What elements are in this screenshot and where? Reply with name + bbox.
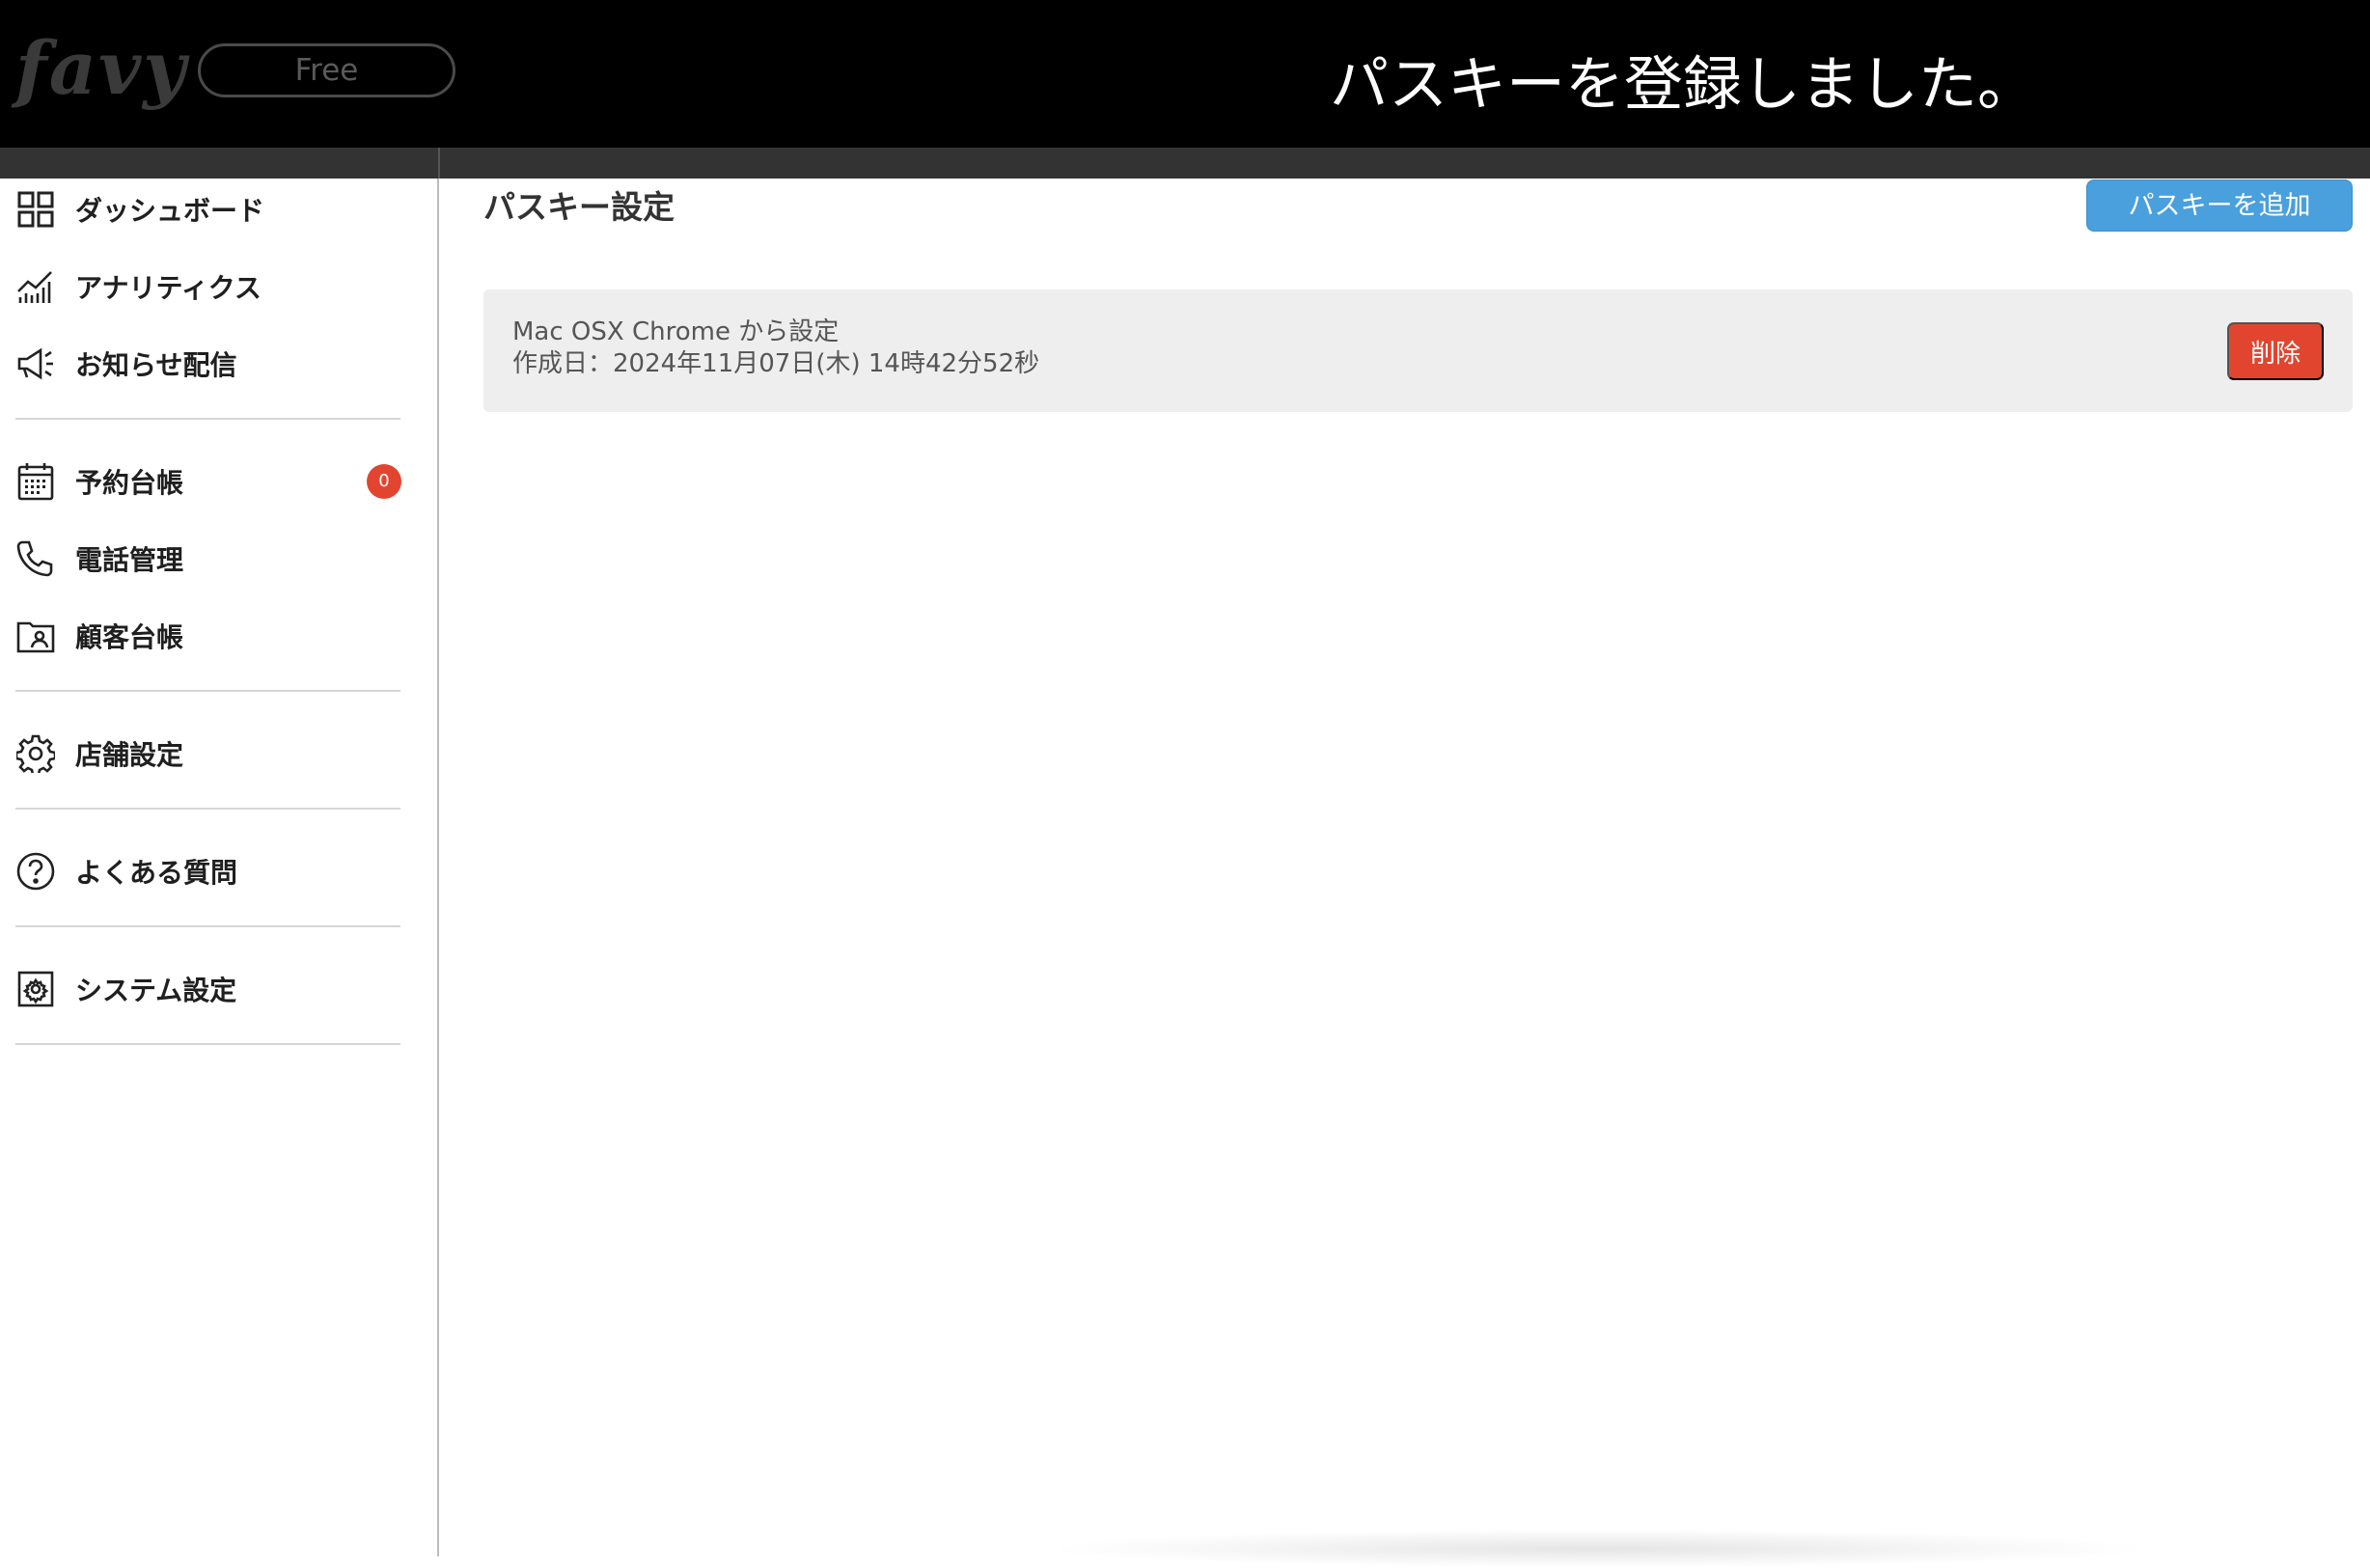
bottom-shadow <box>1042 1529 2152 1568</box>
sidebar-divider <box>15 925 400 927</box>
add-passkey-button[interactable]: パスキーを追加 <box>2086 179 2353 232</box>
analytics-chart-icon <box>15 266 56 307</box>
sidebar-item-dashboard[interactable]: ダッシュボード <box>15 182 401 236</box>
phone-icon <box>15 538 56 579</box>
system-settings-icon <box>15 969 56 1009</box>
reservation-count-badge: 0 <box>367 464 401 499</box>
sidebar-divider <box>15 1043 400 1045</box>
passkey-list-item: Mac OSX Chrome から設定 作成日：2024年11月07日(木) 1… <box>483 289 2353 412</box>
subbar-divider <box>438 148 440 179</box>
sidebar-item-reservations[interactable]: 予約台帳 0 <box>15 454 401 509</box>
sidebar-item-label: 顧客台帳 <box>75 621 184 653</box>
sidebar-divider <box>15 418 400 420</box>
sidebar-item-customers[interactable]: 顧客台帳 <box>15 609 401 663</box>
plan-badge: Free <box>198 43 455 97</box>
passkey-name: Mac OSX Chrome から設定 <box>512 317 840 346</box>
sidebar-item-label: よくある質問 <box>75 857 238 889</box>
sidebar-item-label: 電話管理 <box>75 544 184 576</box>
sidebar-item-system-settings[interactable]: システム設定 <box>15 962 401 1016</box>
customer-folder-icon <box>15 616 56 656</box>
sidebar-item-store-settings[interactable]: 店舗設定 <box>15 727 401 781</box>
sidebar-divider <box>15 690 400 692</box>
toast-message: パスキーを登録しました。 <box>1330 50 2037 119</box>
sidebar-item-label: システム設定 <box>75 975 237 1006</box>
favy-logo[interactable]: favy <box>15 25 187 112</box>
page-title: パスキー設定 <box>483 188 675 226</box>
sidebar: ダッシュボード アナリティクス お知らせ配信 予約台帳 0 電話管理 顧客台帳 … <box>0 179 439 1556</box>
gear-icon <box>15 733 56 774</box>
question-circle-icon <box>15 851 56 892</box>
sidebar-item-label: 予約台帳 <box>75 467 184 499</box>
top-header: favy Free パスキーを登録しました。 <box>0 0 2370 148</box>
grid-icon <box>15 189 56 230</box>
sidebar-item-analytics[interactable]: アナリティクス <box>15 260 401 314</box>
sidebar-item-faq[interactable]: よくある質問 <box>15 844 401 898</box>
header-subbar <box>0 148 2370 179</box>
sidebar-item-label: 店舗設定 <box>75 739 184 771</box>
sidebar-divider <box>15 808 400 810</box>
delete-passkey-button[interactable]: 削除 <box>2227 322 2324 380</box>
megaphone-icon <box>15 344 56 384</box>
passkey-created-date: 作成日：2024年11月07日(木) 14時42分52秒 <box>512 349 1040 378</box>
sidebar-item-label: ダッシュボード <box>75 195 265 227</box>
sidebar-item-announcements[interactable]: お知らせ配信 <box>15 337 401 391</box>
sidebar-item-label: お知らせ配信 <box>75 349 237 381</box>
sidebar-item-phone[interactable]: 電話管理 <box>15 532 401 586</box>
calendar-icon <box>15 461 56 502</box>
sidebar-item-label: アナリティクス <box>75 272 262 304</box>
